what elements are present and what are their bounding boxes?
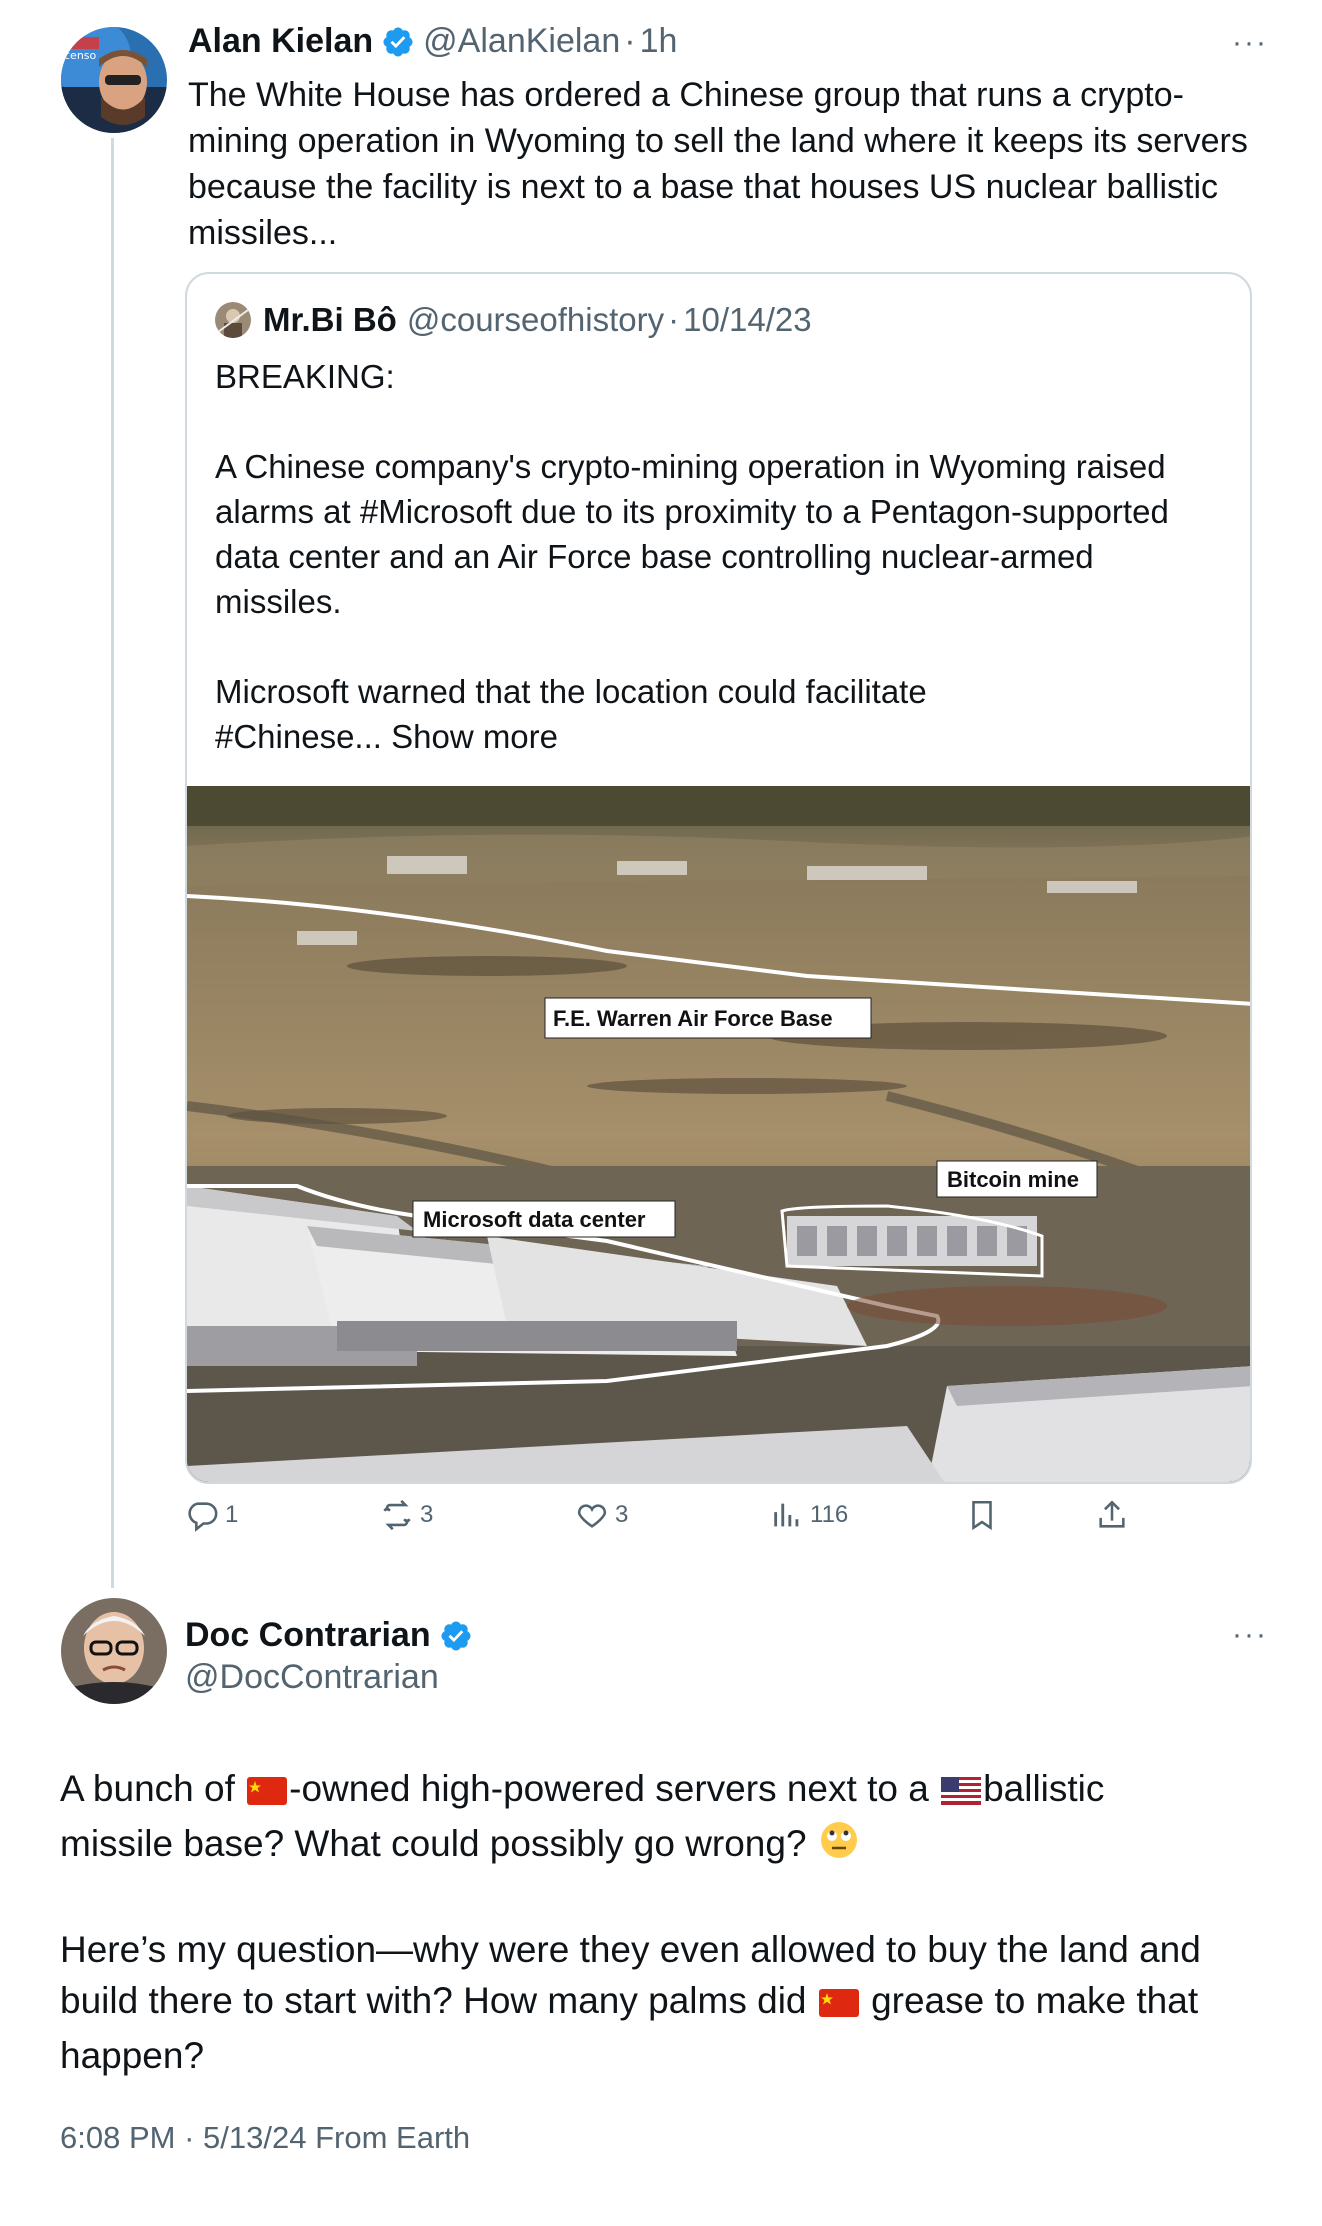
china-flag-icon bbox=[818, 1979, 859, 2030]
post-text: The White House has ordered a Chinese gr… bbox=[188, 76, 1248, 252]
meta-separator: · bbox=[184, 2120, 195, 2155]
eye-roll-emoji-icon bbox=[819, 1820, 859, 1873]
like-count: 3 bbox=[615, 1501, 629, 1528]
quoted-handle[interactable]: @courseofhistory bbox=[407, 301, 664, 339]
post-date[interactable]: 5/13/24 bbox=[203, 2120, 306, 2155]
author-row: Doc Contrarian bbox=[185, 1616, 473, 1655]
post-metadata: 6:08 PM · 5/13/24 From Earth bbox=[60, 2120, 470, 2156]
label-bitcoin-mine: Bitcoin mine bbox=[947, 1167, 1079, 1192]
repost-icon bbox=[383, 1499, 411, 1531]
label-air-force-base: F.E. Warren Air Force Base bbox=[553, 1006, 833, 1031]
quoted-display-name[interactable]: Mr.Bi Bô bbox=[263, 301, 397, 339]
post-time[interactable]: 1h bbox=[640, 22, 678, 61]
views-chart-icon bbox=[774, 1503, 799, 1527]
author-handle[interactable]: @DocContrarian bbox=[185, 1658, 439, 1697]
label-data-center: Microsoft data center bbox=[423, 1207, 646, 1232]
more-horizontal-icon[interactable]: ··· bbox=[1232, 28, 1268, 58]
quoted-avatar bbox=[215, 302, 251, 338]
avatar[interactable] bbox=[61, 1598, 167, 1704]
quoted-text-body: BREAKING: A Chinese company's crypto-min… bbox=[215, 358, 1169, 755]
author-handle[interactable]: @AlanKielan bbox=[423, 22, 620, 61]
author-display-name[interactable]: Doc Contrarian bbox=[185, 1616, 431, 1655]
heart-icon bbox=[577, 1504, 607, 1528]
post-time[interactable]: 6:08 PM bbox=[60, 2120, 175, 2155]
reply-button[interactable]: 1 bbox=[185, 1498, 238, 1532]
post-text: A bunch of -owned high-powered servers n… bbox=[60, 1763, 1270, 2081]
svg-text:censo: censo bbox=[64, 49, 97, 62]
quoted-author-row: Mr.Bi Bô @courseofhistory · 10/14/23 bbox=[215, 301, 812, 339]
author-display-name[interactable]: Alan Kielan bbox=[188, 22, 373, 61]
quoted-post-text: BREAKING: A Chinese company's crypto-min… bbox=[215, 354, 1225, 759]
action-bar: 1 3 3 116 bbox=[185, 1498, 1185, 1546]
repost-count: 3 bbox=[420, 1501, 434, 1528]
post-text-part: -owned high-powered servers next to a bbox=[289, 1768, 940, 1809]
share-icon bbox=[1099, 1500, 1125, 1528]
avatar[interactable]: censo bbox=[61, 27, 167, 133]
china-flag-icon bbox=[247, 1767, 288, 1818]
meta-separator: · bbox=[668, 301, 680, 338]
quoted-post-image[interactable]: F.E. Warren Air Force Base Bitcoin mine … bbox=[187, 786, 1250, 1482]
meta-separator: · bbox=[624, 22, 636, 60]
verified-badge-icon bbox=[439, 1619, 473, 1653]
post-text-part: A bunch of bbox=[60, 1768, 246, 1809]
share-button[interactable] bbox=[1095, 1498, 1135, 1532]
thread-connector-line bbox=[111, 138, 114, 1588]
verified-badge-icon bbox=[381, 25, 415, 59]
repost-button[interactable]: 3 bbox=[380, 1498, 433, 1532]
like-button[interactable]: 3 bbox=[575, 1498, 628, 1532]
quoted-date: 10/14/23 bbox=[683, 301, 812, 338]
post-source: From Earth bbox=[315, 2120, 471, 2155]
author-row: Alan Kielan @AlanKielan · 1h bbox=[188, 22, 677, 61]
reply-icon bbox=[188, 1502, 218, 1532]
view-count: 116 bbox=[810, 1501, 849, 1528]
views-button[interactable]: 116 bbox=[770, 1498, 848, 1532]
show-more-link[interactable]: Show more bbox=[382, 718, 558, 755]
bookmark-icon bbox=[972, 1500, 992, 1531]
quoted-post-card[interactable]: Mr.Bi Bô @courseofhistory · 10/14/23 BRE… bbox=[185, 272, 1252, 1484]
us-flag-icon bbox=[941, 1767, 982, 1818]
reply-count: 1 bbox=[225, 1501, 239, 1528]
bookmark-button[interactable] bbox=[965, 1498, 1005, 1532]
more-horizontal-icon[interactable]: ··· bbox=[1232, 1620, 1268, 1650]
